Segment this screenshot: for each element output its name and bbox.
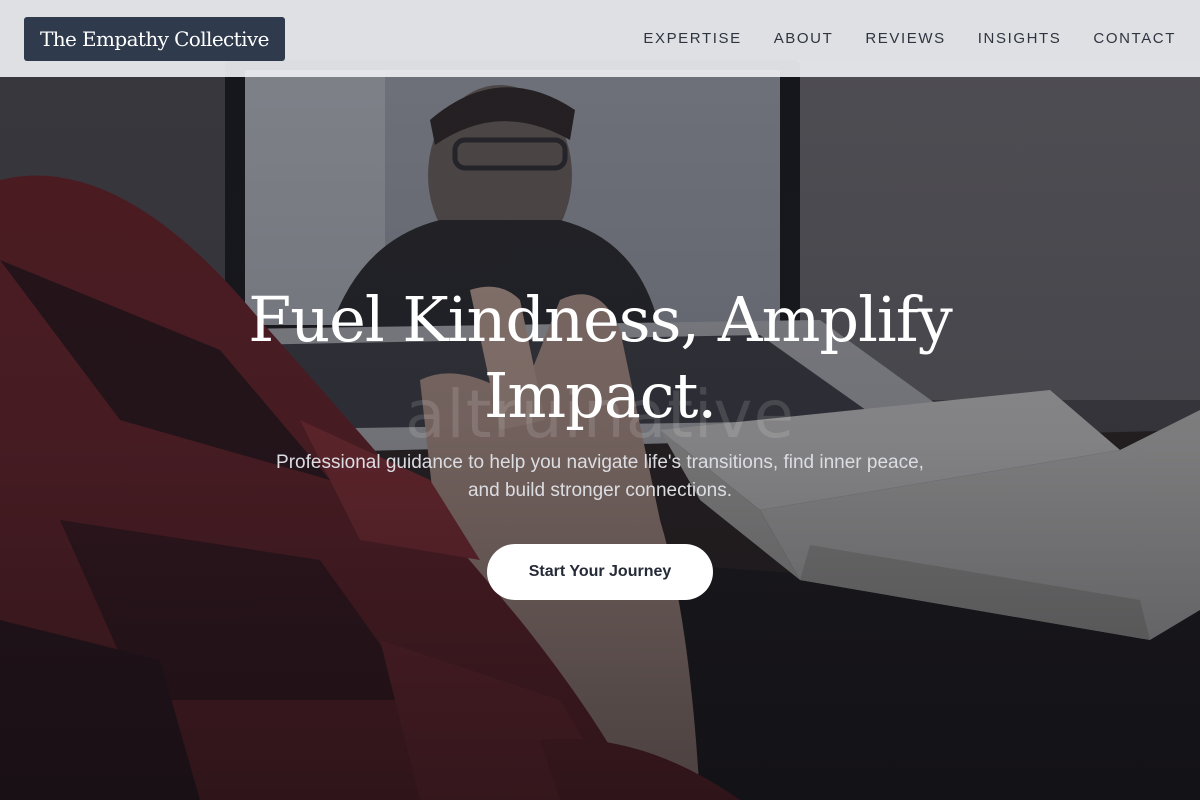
hero-headline: Fuel Kindness, Amplify Impact.: [150, 282, 1050, 434]
hero-subtext: Professional guidance to help you naviga…: [276, 452, 924, 501]
hero-content: altruinative Fuel Kindness, Amplify Impa…: [0, 0, 1200, 800]
start-journey-button[interactable]: Start Your Journey: [487, 544, 713, 600]
hero-headline-line-2: Impact.: [483, 359, 717, 432]
hero-headline-line-1: Fuel Kindness, Amplify: [248, 283, 953, 356]
